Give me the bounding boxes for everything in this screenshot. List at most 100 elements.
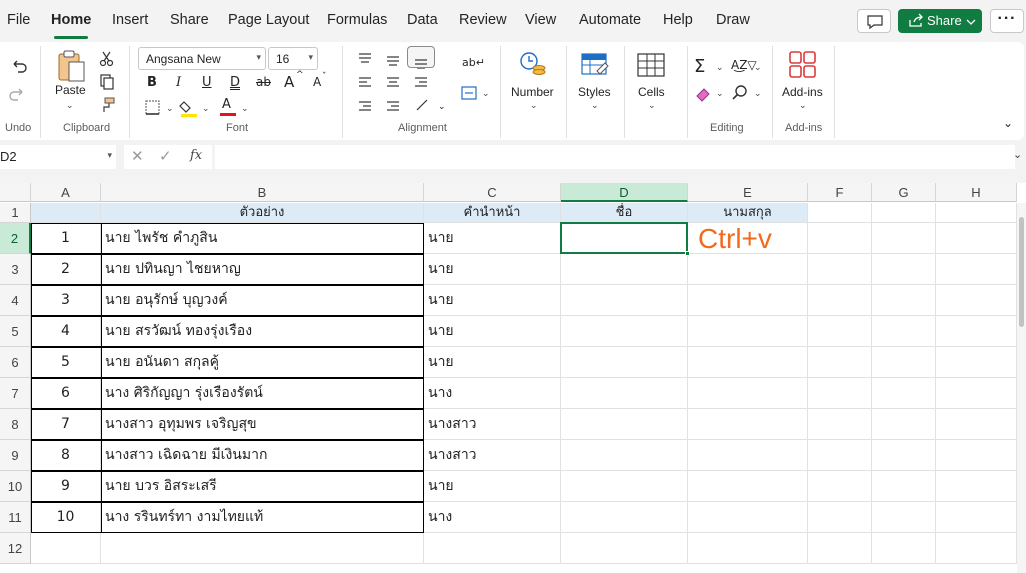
menu-view[interactable]: View	[525, 12, 556, 28]
column-header-b[interactable]: B	[101, 183, 424, 202]
redo-icon[interactable]	[8, 84, 28, 104]
share-button[interactable]: Share	[898, 9, 982, 33]
column-header-e[interactable]: E	[688, 183, 808, 202]
cell-b4[interactable]: นาย อนุรักษ์ บุญวงค์	[101, 285, 424, 316]
menu-review[interactable]: Review	[459, 12, 507, 28]
menu-help[interactable]: Help	[663, 12, 693, 28]
menu-automate[interactable]: Automate	[579, 12, 641, 28]
chevron-down-icon[interactable]: ⌄	[66, 100, 74, 111]
cell-d4[interactable]	[561, 285, 688, 316]
row-header-8[interactable]: 8	[0, 409, 31, 440]
menu-file[interactable]: File	[7, 12, 30, 28]
cell-a5[interactable]: 4	[31, 316, 101, 347]
decrease-font-size-button[interactable]: A	[313, 75, 321, 89]
cell-d10[interactable]	[561, 471, 688, 502]
cell-b10[interactable]: นาย บวร อิสระเสรี	[101, 471, 424, 502]
cell-e10[interactable]	[688, 471, 808, 502]
cell-b9[interactable]: นางสาว เฉิดฉาย มีเงินมาก	[101, 440, 424, 471]
cell-f6[interactable]	[808, 347, 872, 378]
cell-e9[interactable]	[688, 440, 808, 471]
cell-f3[interactable]	[808, 254, 872, 285]
menu-insert[interactable]: Insert	[112, 12, 148, 28]
cell-g7[interactable]	[872, 378, 936, 409]
cell-g3[interactable]	[872, 254, 936, 285]
cell-f9[interactable]	[808, 440, 872, 471]
row-header-10[interactable]: 10	[0, 471, 31, 502]
row-header-7[interactable]: 7	[0, 378, 31, 409]
cell-b8[interactable]: นางสาว อุทุมพร เจริญสุข	[101, 409, 424, 440]
cell-e11[interactable]	[688, 502, 808, 533]
format-painter-icon[interactable]	[98, 96, 116, 114]
cell-e3[interactable]	[688, 254, 808, 285]
column-header-d[interactable]: D	[561, 183, 688, 202]
cell-g4[interactable]	[872, 285, 936, 316]
cell-c3[interactable]: นาย	[424, 254, 561, 285]
cut-icon[interactable]	[98, 50, 116, 68]
column-header-g[interactable]: G	[872, 183, 936, 202]
cell-e5[interactable]	[688, 316, 808, 347]
active-cell-selection[interactable]	[560, 222, 688, 254]
name-box[interactable]: D2 ▾	[0, 145, 116, 169]
styles-icon[interactable]	[580, 50, 610, 80]
font-size-combo[interactable]: 16 ▾	[268, 47, 318, 70]
cell-a9[interactable]: 8	[31, 440, 101, 471]
cell-d8[interactable]	[561, 409, 688, 440]
chevron-down-icon[interactable]: ⌄	[530, 100, 538, 111]
cell-c6[interactable]: นาย	[424, 347, 561, 378]
cancel-icon[interactable]: ✕	[131, 147, 144, 165]
row-header-12[interactable]: 12	[0, 533, 31, 564]
cell-c7[interactable]: นาง	[424, 378, 561, 409]
cell-e12[interactable]	[688, 533, 808, 564]
undo-icon[interactable]	[8, 56, 28, 76]
copy-icon[interactable]	[98, 73, 116, 91]
cell-c9[interactable]: นางสาว	[424, 440, 561, 471]
number-format-icon[interactable]	[518, 50, 548, 80]
cell-b5[interactable]: นาย สรวัฒน์ ทองรุ่งเรือง	[101, 316, 424, 347]
cell-a2[interactable]: 1	[31, 223, 101, 254]
cell-e1[interactable]: นามสกุล	[688, 203, 808, 223]
column-header-f[interactable]: F	[808, 183, 872, 202]
cell-h10[interactable]	[936, 471, 1017, 502]
menu-draw[interactable]: Draw	[716, 12, 750, 28]
cell-a10[interactable]: 9	[31, 471, 101, 502]
add-ins-icon[interactable]	[788, 50, 818, 80]
column-header-h[interactable]: H	[936, 183, 1017, 202]
cell-d12[interactable]	[561, 533, 688, 564]
expand-formula-bar-icon[interactable]: ⌄	[1013, 148, 1022, 161]
paste-icon[interactable]	[55, 48, 87, 84]
cell-g11[interactable]	[872, 502, 936, 533]
collapse-ribbon-icon[interactable]: ⌄	[1003, 116, 1013, 130]
cell-h11[interactable]	[936, 502, 1017, 533]
merge-center-icon[interactable]	[460, 84, 478, 102]
borders-icon[interactable]	[144, 99, 162, 117]
underline-button[interactable]: U	[202, 75, 212, 90]
cell-a3[interactable]: 2	[31, 254, 101, 285]
cell-a7[interactable]: 6	[31, 378, 101, 409]
menu-home[interactable]: Home	[51, 12, 91, 28]
cell-e8[interactable]	[688, 409, 808, 440]
cell-h12[interactable]	[936, 533, 1017, 564]
cell-e4[interactable]	[688, 285, 808, 316]
chevron-down-icon[interactable]: ⌄	[754, 62, 762, 73]
cell-d11[interactable]	[561, 502, 688, 533]
cell-e7[interactable]	[688, 378, 808, 409]
cell-h4[interactable]	[936, 285, 1017, 316]
check-icon[interactable]: ✓	[159, 147, 172, 165]
chevron-down-icon[interactable]: ⌄	[716, 62, 724, 73]
number-label[interactable]: Number	[511, 85, 554, 99]
row-header-1[interactable]: 1	[0, 203, 31, 223]
cell-f10[interactable]	[808, 471, 872, 502]
cell-f12[interactable]	[808, 533, 872, 564]
cell-g12[interactable]	[872, 533, 936, 564]
cell-d7[interactable]	[561, 378, 688, 409]
cell-d3[interactable]	[561, 254, 688, 285]
row-header-2[interactable]: 2	[0, 223, 31, 254]
cell-d1[interactable]: ชื่อ	[561, 203, 688, 223]
menu-data[interactable]: Data	[407, 12, 438, 28]
chevron-down-icon[interactable]: ⌄	[166, 103, 174, 114]
cell-h3[interactable]	[936, 254, 1017, 285]
cell-h9[interactable]	[936, 440, 1017, 471]
more-options-button[interactable]: ···	[990, 9, 1024, 33]
cell-c5[interactable]: นาย	[424, 316, 561, 347]
cell-d6[interactable]	[561, 347, 688, 378]
